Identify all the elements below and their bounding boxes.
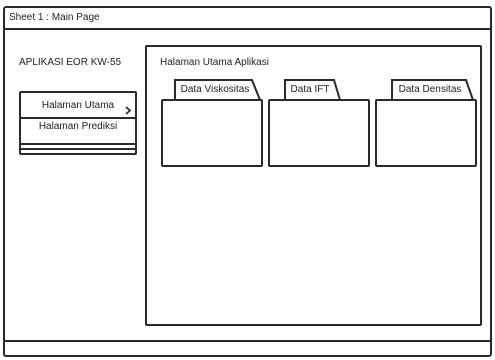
folder-data-viskositas[interactable] <box>161 99 263 167</box>
tab-data-viskositas[interactable]: Data Viskositas <box>175 82 255 98</box>
folder-data-ift[interactable] <box>268 99 370 167</box>
folder-tabs-graphic <box>174 79 474 101</box>
tab-data-ift[interactable]: Data IFT <box>285 82 335 98</box>
folder-data-densitas[interactable] <box>375 99 477 167</box>
tab-data-densitas[interactable]: Data Densitas <box>392 82 468 98</box>
